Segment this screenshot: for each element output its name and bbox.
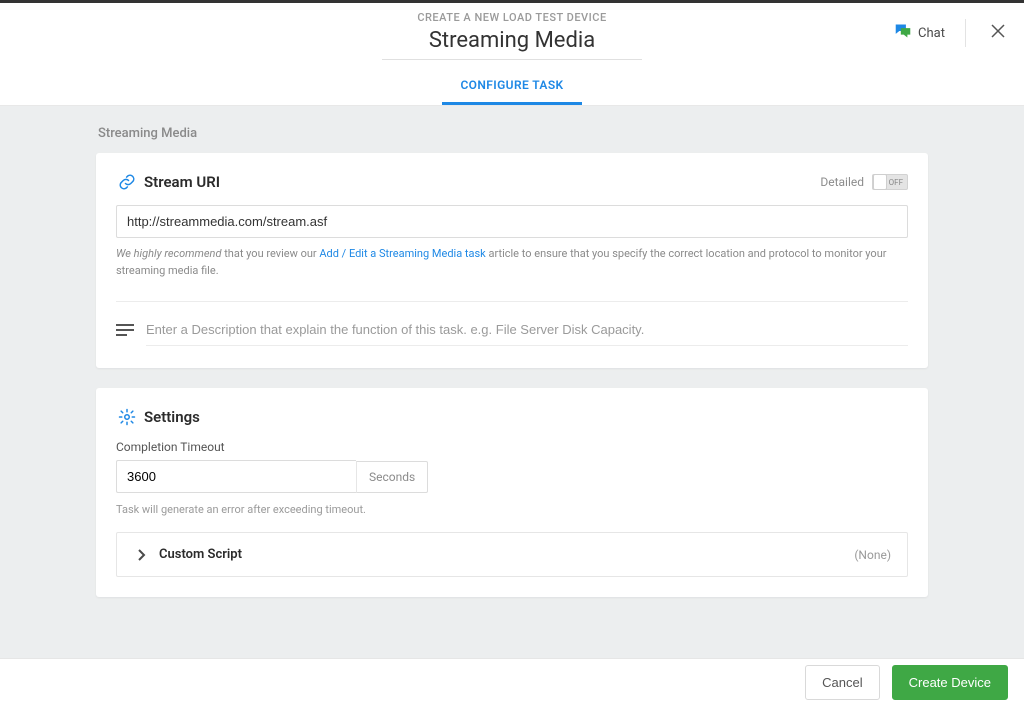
close-button[interactable] (980, 15, 1016, 51)
stream-uri-card: Stream URI Detailed OFF We highly recomm… (96, 153, 928, 368)
chat-icon (894, 23, 918, 43)
toggle-knob (873, 174, 887, 190)
header-caption: CREATE A NEW LOAD TEST DEVICE (0, 3, 1024, 24)
custom-script-row[interactable]: Custom Script (None) (116, 532, 908, 577)
stream-uri-card-head: Stream URI Detailed OFF (116, 173, 908, 191)
detailed-label: Detailed (820, 175, 864, 189)
breadcrumb: Streaming Media (98, 126, 928, 141)
help-link[interactable]: Add / Edit a Streaming Media task (319, 247, 485, 260)
chat-button[interactable]: Chat (886, 19, 966, 47)
help-mid: that you review our (221, 247, 319, 260)
toggle-state-label: OFF (889, 178, 903, 187)
footer: Cancel Create Device (0, 658, 1024, 706)
title-underline (382, 59, 642, 60)
page-body: Streaming Media Stream URI Detailed OFF … (0, 106, 1024, 666)
tab-configure-task[interactable]: CONFIGURE TASK (442, 70, 581, 105)
completion-timeout-unit: Seconds (356, 461, 428, 493)
completion-timeout-input[interactable] (116, 460, 356, 493)
completion-timeout-label: Completion Timeout (116, 440, 908, 454)
stream-uri-input[interactable] (116, 205, 908, 238)
settings-card-head: Settings (116, 408, 908, 426)
notes-icon (116, 323, 146, 337)
completion-timeout-hint: Task will generate an error after exceed… (116, 503, 908, 516)
page-title: Streaming Media (429, 28, 595, 59)
custom-script-title: Custom Script (159, 547, 242, 562)
close-icon (990, 23, 1006, 43)
divider (116, 301, 908, 302)
create-device-button[interactable]: Create Device (892, 665, 1008, 700)
stream-uri-title: Stream URI (144, 173, 220, 191)
description-input[interactable] (146, 314, 908, 346)
detailed-toggle[interactable]: OFF (872, 174, 908, 190)
settings-title: Settings (144, 408, 200, 426)
tabs: CONFIGURE TASK (0, 70, 1024, 105)
chat-label: Chat (918, 26, 945, 41)
custom-script-status: (None) (854, 548, 891, 562)
help-italic: We highly recommend (116, 247, 221, 260)
completion-timeout-row: Seconds (116, 460, 908, 493)
gear-icon (116, 408, 138, 426)
description-row (116, 314, 908, 346)
settings-card: Settings Completion Timeout Seconds Task… (96, 388, 928, 597)
cancel-button[interactable]: Cancel (805, 665, 879, 700)
link-icon (116, 173, 138, 191)
stream-uri-help: We highly recommend that you review our … (116, 246, 908, 279)
page-header: CREATE A NEW LOAD TEST DEVICE Streaming … (0, 3, 1024, 106)
chevron-right-icon (133, 549, 151, 561)
